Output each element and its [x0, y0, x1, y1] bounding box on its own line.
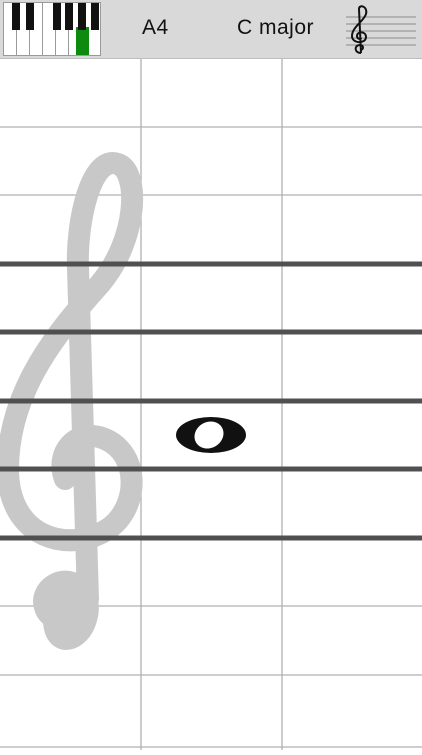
treble-clef-icon — [346, 5, 416, 54]
black-key — [78, 3, 86, 30]
black-key — [65, 3, 73, 30]
top-toolbar: A4 C major — [0, 0, 422, 59]
key-signature-label[interactable]: C major — [237, 16, 314, 40]
piano-keyboard-icon[interactable] — [3, 2, 101, 56]
black-key — [91, 3, 99, 30]
black-key — [26, 3, 34, 30]
whole-note-icon[interactable] — [176, 416, 246, 454]
clef-select-button[interactable] — [346, 3, 416, 55]
staff-canvas — [0, 59, 422, 750]
active-key-highlight — [76, 27, 89, 55]
black-key — [53, 3, 61, 30]
note-name-label: A4 — [142, 16, 169, 39]
staff-lines — [0, 261, 422, 541]
black-key — [12, 3, 20, 30]
staff-board[interactable] — [0, 59, 422, 750]
